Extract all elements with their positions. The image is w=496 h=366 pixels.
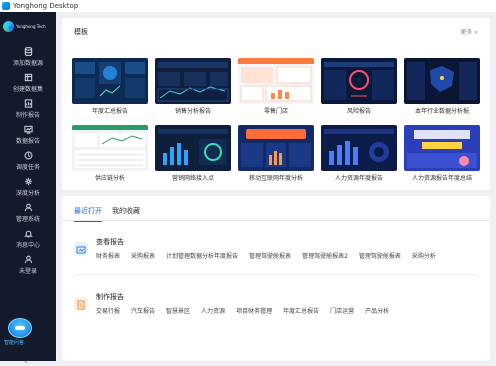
- brand-text: Yonghong Tech: [16, 23, 46, 29]
- template-thumbnail: [72, 125, 148, 171]
- more-templates-link[interactable]: 更多 »: [460, 27, 478, 36]
- report-link[interactable]: 门店运营: [330, 306, 354, 315]
- tabs-divider: [62, 220, 490, 221]
- report-link[interactable]: 管理驾驶舱报表: [249, 251, 291, 260]
- view-report-links: 财务报表 采购报表 计划管理数据分析年度报告 管理驾驶舱报表 管理驾驶舱报表2 …: [96, 251, 436, 260]
- template-card[interactable]: 本年行业数据分析报: [404, 58, 480, 115]
- report-link[interactable]: 智慧景区: [166, 306, 190, 315]
- report-link[interactable]: 财务报表: [96, 251, 120, 260]
- sidebar-item-label: 未登录: [18, 268, 37, 275]
- report-link[interactable]: 采购报表: [131, 251, 155, 260]
- template-thumbnail: [155, 58, 231, 104]
- report-link[interactable]: 管理驾驶舱报表2: [302, 251, 348, 260]
- brand: Yonghong Tech: [3, 19, 53, 33]
- sidebar-item-label: 管理系统: [15, 216, 40, 223]
- data-report-icon: [23, 125, 33, 134]
- view-report-group: 查看报告 财务报表 采购报表 计划管理数据分析年度报告 管理驾驶舱报表 管理驾驶…: [74, 236, 478, 266]
- sidebar-item-add-datasource[interactable]: 添加数据源: [0, 44, 56, 70]
- template-card[interactable]: 人力资源报告年度总结: [404, 125, 480, 182]
- template-card[interactable]: 零售门店: [238, 58, 314, 115]
- view-report-title: 查看报告: [96, 238, 124, 246]
- recent-panel: 最近打开 我的收藏 查看报告 财务报表 采购报表 计划管理数据分析年度报告 管理…: [62, 196, 490, 361]
- report-link[interactable]: 计划管理数据分析年度报告: [166, 251, 238, 260]
- bell-icon: [23, 230, 33, 238]
- window-title: Yonghong Desktop: [13, 2, 79, 10]
- templates-title: 模板: [74, 28, 88, 36]
- template-caption: 移动互联网年度分析: [248, 175, 303, 182]
- sidebar-item-label: 调度任务: [15, 164, 40, 171]
- sidebar-item-label: 深度分析: [15, 190, 40, 197]
- make-report-icon: [74, 297, 88, 311]
- templates-panel: 模板 更多 » 年度汇总报告 销售分析报告 零售门店 风险报告 本年行业数据分析…: [62, 18, 490, 190]
- main-content: 模板 更多 » 年度汇总报告 销售分析报告 零售门店 风险报告 本年行业数据分析…: [56, 12, 496, 361]
- sidebar-item-login[interactable]: 未登录: [0, 252, 56, 278]
- template-thumbnail: [238, 58, 314, 104]
- app-logo-icon: [2, 2, 10, 10]
- report-link[interactable]: 管理驾驶舱报表: [359, 251, 401, 260]
- report-link[interactable]: 汽车报告: [131, 306, 155, 315]
- sidebar-item-label: 数据报告: [15, 138, 40, 145]
- sidebar-item-schedule[interactable]: 调度任务: [0, 148, 56, 174]
- dataset-icon: [24, 73, 32, 82]
- template-thumbnail: [238, 125, 314, 171]
- sidebar-item-label: 消息中心: [15, 242, 40, 249]
- sidebar-item-deep-analysis[interactable]: 深度分析: [0, 174, 56, 200]
- template-caption: 销售分析报告: [174, 108, 211, 115]
- user-icon: [24, 255, 32, 264]
- assistant-label: 智能问答: [4, 340, 25, 346]
- sidebar-item-label: 制作报告: [15, 112, 40, 119]
- sidebar: Yonghong Tech 添加数据源 创建数据集 制作报告 数据报告 调度任务…: [0, 12, 56, 366]
- report-link[interactable]: 人力资源: [201, 306, 225, 315]
- sidebar-item-data-report[interactable]: 数据报告: [0, 122, 56, 148]
- template-card[interactable]: 营销网络接入点: [155, 125, 231, 182]
- template-caption: 人力资源年度报告: [334, 175, 383, 182]
- template-thumbnail: [321, 125, 397, 171]
- database-add-icon: [24, 47, 32, 56]
- assistant-robot-icon[interactable]: [8, 318, 32, 338]
- report-link[interactable]: 产品分析: [365, 306, 389, 315]
- template-card[interactable]: 年度汇总报告: [72, 58, 148, 115]
- template-card[interactable]: 风险报告: [321, 58, 397, 115]
- template-caption: 本年行业数据分析报: [414, 108, 469, 115]
- sidebar-item-manage-system[interactable]: 管理系统: [0, 200, 56, 226]
- make-report-title: 制作报告: [96, 293, 124, 301]
- template-caption: 零售门店: [263, 108, 288, 115]
- template-caption: 供应链分析: [94, 175, 125, 182]
- template-thumbnail: [404, 125, 480, 171]
- schedule-icon: [24, 151, 32, 160]
- make-report-group: 制作报告 交易行报 汽车报告 智慧景区 人力资源 项目财务管理 年度汇总报告 门…: [74, 291, 478, 321]
- report-link[interactable]: 项目财务管理: [236, 306, 272, 315]
- sidebar-item-create-dataset[interactable]: 创建数据集: [0, 70, 56, 96]
- template-card[interactable]: 供应链分析: [72, 125, 148, 182]
- report-icon: [24, 99, 32, 108]
- user-manage-icon: [24, 203, 32, 212]
- group-separator: [74, 274, 478, 275]
- report-link[interactable]: 采购分析: [412, 251, 436, 260]
- sidebar-item-label: 创建数据集: [12, 86, 43, 93]
- collapse-sidebar-button[interactable]: «: [24, 358, 28, 366]
- report-link[interactable]: 交易行报: [96, 306, 120, 315]
- view-report-icon: [74, 242, 88, 256]
- template-caption: 年度汇总报告: [91, 108, 128, 115]
- template-card[interactable]: 人力资源年度报告: [321, 125, 397, 182]
- sidebar-item-messages[interactable]: 消息中心: [0, 226, 56, 252]
- report-link[interactable]: 年度汇总报告: [283, 306, 319, 315]
- template-caption: 风险报告: [346, 108, 371, 115]
- template-caption: 营销网络接入点: [171, 175, 214, 182]
- analysis-icon: [24, 177, 32, 186]
- sidebar-item-make-report[interactable]: 制作报告: [0, 96, 56, 122]
- brand-logo-icon: [3, 20, 14, 32]
- template-thumbnail: [155, 125, 231, 171]
- template-card[interactable]: 移动互联网年度分析: [238, 125, 314, 182]
- template-thumbnail: [72, 58, 148, 104]
- template-thumbnail: [404, 58, 480, 104]
- template-thumbnail: [321, 58, 397, 104]
- make-report-links: 交易行报 汽车报告 智慧景区 人力资源 项目财务管理 年度汇总报告 门店运营 产…: [96, 306, 389, 315]
- template-card[interactable]: 销售分析报告: [155, 58, 231, 115]
- title-bar: Yonghong Desktop: [0, 0, 496, 12]
- template-caption: 人力资源报告年度总结: [411, 175, 472, 182]
- sidebar-item-label: 添加数据源: [12, 60, 43, 67]
